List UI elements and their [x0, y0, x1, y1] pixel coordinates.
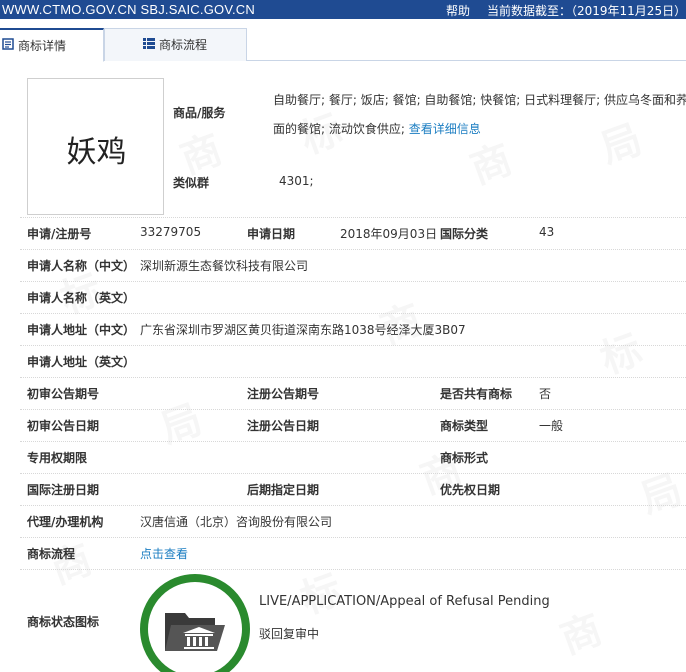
data-date: 当前数据截至：（2019年11月25日）	[487, 4, 686, 18]
divider	[20, 537, 686, 538]
app-date-value: 2018年09月03日	[340, 227, 438, 241]
divider	[20, 377, 686, 378]
divider	[20, 313, 686, 314]
divider	[20, 249, 686, 250]
flow-label: 商标流程	[27, 547, 76, 561]
intl-class-value: 43	[539, 225, 555, 239]
later-date-label: 后期指定日期	[247, 483, 320, 497]
divider	[20, 441, 686, 442]
divider	[20, 473, 686, 474]
site-url: WWW.CTMO.GOV.CN SBJ.SAIC.GOV.CN	[2, 2, 255, 17]
divider	[20, 217, 686, 218]
intl-reg-date-label: 国际注册日期	[27, 483, 100, 497]
address-en-label: 申请人地址（英文）	[27, 355, 136, 369]
trademark-image: 妖鸡	[27, 78, 164, 215]
applicant-cn-label: 申请人名称（中文）	[27, 259, 136, 273]
applicant-cn-value: 深圳新源生态餐饮科技有限公司	[140, 259, 309, 273]
app-date-label: 申请日期	[247, 227, 296, 241]
divider	[20, 569, 686, 570]
reg-no-label: 申请/注册号	[27, 227, 92, 241]
divider	[20, 409, 686, 410]
mark-type-label: 商标类型	[440, 419, 489, 433]
top-bar: WWW.CTMO.GOV.CN SBJ.SAIC.GOV.CN 帮助 当前数据截…	[0, 0, 686, 19]
address-cn-value: 广东省深圳市罗湖区黄贝街道深南东路1038号经泽大厦3B07	[140, 323, 466, 337]
goods-line-2: 面的餐馆; 流动饮食供应; 查看详细信息	[273, 122, 481, 136]
goods-label: 商品/服务	[173, 106, 226, 120]
status-cn-text: 驳回复审中	[259, 627, 320, 641]
reg-no-value: 33279705	[140, 225, 202, 239]
intl-class-label: 国际分类	[440, 227, 489, 241]
divider	[20, 505, 686, 506]
prelim-no-label: 初审公告期号	[27, 387, 100, 401]
shared-mark-value: 否	[539, 387, 552, 401]
folder-courthouse-icon	[163, 605, 227, 658]
tab-label: 商标详情	[18, 39, 67, 53]
divider	[20, 281, 686, 282]
tab-label: 商标流程	[159, 38, 208, 52]
tab-trademark-flow[interactable]: 商标流程	[104, 28, 247, 61]
view-details-link[interactable]: 查看详细信息	[409, 122, 481, 136]
priority-date-label: 优先权日期	[440, 483, 501, 497]
address-cn-label: 申请人地址（中文）	[27, 323, 136, 337]
agent-value: 汉唐信通（北京）咨询股份有限公司	[140, 515, 333, 529]
mark-form-label: 商标形式	[440, 451, 489, 465]
trademark-text: 妖鸡	[66, 135, 127, 170]
divider	[20, 345, 686, 346]
tab-bar: 商标流程 商标详情	[0, 28, 686, 62]
mark-type-value: 一般	[539, 419, 564, 433]
agent-label: 代理/办理机构	[27, 515, 104, 529]
document-icon	[2, 30, 14, 63]
status-icon-label: 商标状态图标	[27, 615, 100, 629]
reg-pub-date-label: 注册公告日期	[247, 419, 320, 433]
similar-group-label: 类似群	[173, 176, 210, 190]
prelim-date-label: 初审公告日期	[27, 419, 100, 433]
status-badge	[140, 574, 250, 672]
reg-pub-no-label: 注册公告期号	[247, 387, 320, 401]
goods-line-1: 自助餐厅; 餐厅; 饭店; 餐馆; 自助餐馆; 快餐馆; 日式料理餐厅; 供应乌…	[273, 93, 686, 107]
view-flow-link[interactable]: 点击查看	[140, 545, 188, 562]
shared-mark-label: 是否共有商标	[440, 387, 513, 401]
help-link[interactable]: 帮助	[446, 2, 470, 19]
exclusive-period-label: 专用权期限	[27, 451, 88, 465]
applicant-en-label: 申请人名称（英文）	[27, 291, 136, 305]
similar-group-value: 4301;	[279, 174, 314, 188]
status-en-text: LIVE/APPLICATION/Appeal of Refusal Pendi…	[259, 594, 550, 609]
list-icon	[143, 29, 155, 62]
tab-trademark-details[interactable]: 商标详情	[0, 28, 104, 62]
